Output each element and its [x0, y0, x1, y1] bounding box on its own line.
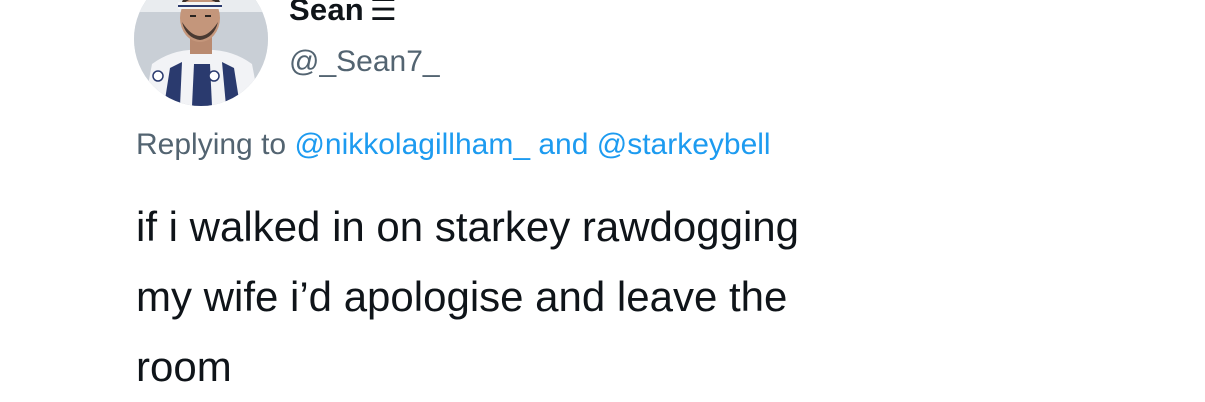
- mention-conjunction: and: [538, 128, 589, 161]
- avatar[interactable]: [134, 0, 268, 106]
- three-lines-icon: ☰: [369, 0, 398, 27]
- tweet-text: if i walked in on starkey rawdogging my …: [136, 192, 1096, 402]
- avatar-photo: [134, 0, 268, 106]
- tweet-text-line: my wife i’d apologise and leave the: [136, 273, 788, 320]
- mention-link-nikkolagillham[interactable]: @nikkolagillham_: [294, 128, 530, 161]
- replying-to-label: Replying to: [136, 128, 287, 161]
- replying-to-line: Replying to @nikkolagillham_ and @starke…: [136, 128, 771, 162]
- author-name-row[interactable]: Sean ☰: [289, 0, 397, 28]
- tweet-card: Sean ☰ @_Sean7_ Replying to @nikkolagillh…: [0, 0, 1205, 401]
- mention-link-starkeybell[interactable]: @starkeybell: [597, 128, 771, 161]
- author-handle[interactable]: @_Sean7_: [289, 45, 440, 79]
- tweet-text-line: if i walked in on starkey rawdogging: [136, 203, 800, 250]
- tweet-text-line: room: [136, 343, 232, 390]
- display-name[interactable]: Sean: [289, 0, 364, 27]
